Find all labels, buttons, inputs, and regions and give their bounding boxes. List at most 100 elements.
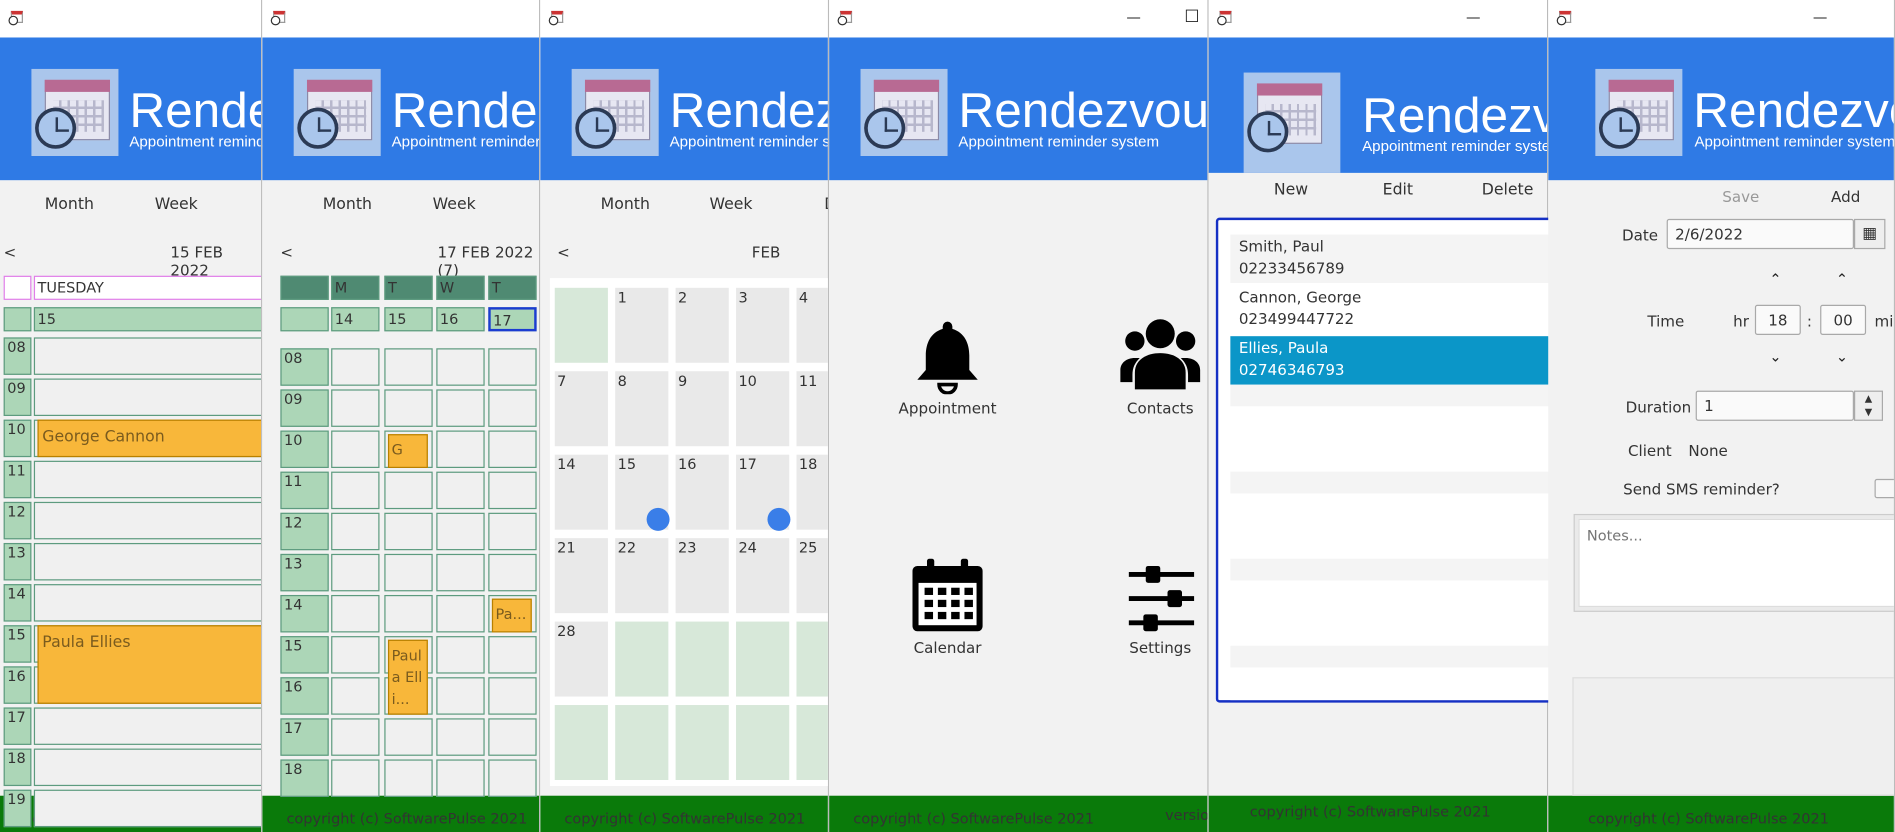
contact-row[interactable]: Smith, Paul 02233456789: [1230, 234, 1557, 283]
day-cell[interactable]: 21: [554, 538, 608, 614]
minute-down-chevron[interactable]: ⌄: [1836, 348, 1848, 365]
day-cell[interactable]: 17: [736, 454, 791, 531]
day-cell[interactable]: [736, 621, 790, 697]
time-slot[interactable]: [488, 636, 537, 674]
day-cell[interactable]: 28: [554, 621, 608, 697]
minimize-button[interactable]: —: [1813, 7, 1828, 26]
day-cell[interactable]: [736, 705, 790, 780]
time-slot[interactable]: [436, 759, 485, 797]
hour-down-chevron[interactable]: ⌄: [1769, 348, 1781, 365]
day-cell[interactable]: 2: [675, 287, 729, 363]
calendar-menu-item[interactable]: Calendar: [896, 639, 1000, 657]
time-slot[interactable]: [331, 636, 380, 674]
hour-up-chevron[interactable]: ⌃: [1769, 271, 1781, 288]
contact-row[interactable]: Ellies, Paula 02746346793: [1230, 336, 1557, 385]
minute-up-chevron[interactable]: ⌃: [1836, 271, 1848, 288]
time-slot[interactable]: [384, 389, 433, 427]
day-cell[interactable]: 7: [554, 371, 608, 447]
delete-contact-button[interactable]: Delete: [1482, 181, 1534, 199]
appointment-block[interactable]: Pa...: [491, 598, 532, 633]
day-cell[interactable]: 25: [796, 538, 828, 614]
week-tab[interactable]: Week: [709, 196, 752, 214]
time-slot[interactable]: [33, 460, 262, 499]
hour-field[interactable]: 18: [1754, 304, 1801, 335]
day-cell[interactable]: 16: [675, 454, 729, 530]
time-slot[interactable]: [436, 718, 485, 756]
day-cell[interactable]: 3: [736, 287, 790, 363]
day-cell[interactable]: 8: [615, 371, 669, 447]
time-slot[interactable]: [33, 542, 262, 581]
time-slot[interactable]: [384, 553, 433, 592]
time-slot[interactable]: [331, 389, 380, 427]
day-cell[interactable]: [675, 705, 729, 780]
day-cell[interactable]: 14: [554, 454, 608, 530]
time-slot[interactable]: [331, 348, 380, 386]
duration-field[interactable]: 1: [1695, 390, 1854, 421]
time-slot[interactable]: [384, 348, 433, 386]
time-slot[interactable]: [384, 759, 433, 797]
time-slot[interactable]: [331, 471, 380, 510]
time-slot[interactable]: [33, 748, 262, 787]
appointment-menu-item[interactable]: Appointment: [896, 399, 1000, 417]
day-cell[interactable]: [554, 705, 608, 780]
time-slot[interactable]: [488, 471, 537, 510]
appointment-block[interactable]: George Cannon: [37, 419, 262, 458]
day-cell[interactable]: 1: [615, 287, 669, 363]
day-cell[interactable]: 10: [736, 371, 790, 447]
date-header[interactable]: 15: [384, 307, 433, 332]
sms-reminder-checkbox[interactable]: [1874, 478, 1894, 499]
time-slot[interactable]: [436, 553, 485, 592]
contacts-menu-item[interactable]: Contacts: [1108, 399, 1207, 417]
time-slot[interactable]: [331, 553, 380, 592]
time-slot[interactable]: [488, 430, 537, 468]
minute-field[interactable]: 00: [1820, 304, 1867, 335]
time-slot[interactable]: [436, 389, 485, 427]
time-slot[interactable]: [436, 594, 485, 633]
date-field[interactable]: 2/6/2022: [1666, 218, 1854, 250]
time-slot[interactable]: [331, 759, 380, 797]
time-slot[interactable]: [33, 337, 262, 375]
minimize-button[interactable]: —: [1126, 7, 1141, 26]
prev-button[interactable]: <: [280, 243, 293, 261]
contact-row[interactable]: Cannon, George 023499447722: [1230, 285, 1557, 334]
time-slot[interactable]: [436, 471, 485, 510]
time-slot[interactable]: [436, 430, 485, 468]
maximize-button[interactable]: ☐: [1184, 7, 1199, 26]
time-slot[interactable]: [436, 677, 485, 715]
time-slot[interactable]: [488, 759, 537, 797]
day-cell[interactable]: 22: [615, 538, 669, 614]
time-slot[interactable]: [488, 348, 537, 386]
day-cell[interactable]: [796, 621, 828, 697]
time-slot[interactable]: [488, 389, 537, 427]
new-contact-button[interactable]: New: [1274, 181, 1308, 199]
month-tab[interactable]: Month: [45, 196, 94, 214]
time-slot[interactable]: [331, 594, 380, 633]
time-slot[interactable]: [331, 718, 380, 756]
duration-spinner[interactable]: ▲ ▼: [1853, 390, 1883, 421]
month-tab[interactable]: Month: [601, 196, 650, 214]
day-cell[interactable]: [796, 705, 828, 780]
date-header[interactable]: 14: [331, 307, 380, 332]
minimize-button[interactable]: —: [1466, 7, 1481, 26]
time-slot[interactable]: [331, 512, 380, 551]
time-slot[interactable]: [488, 553, 537, 592]
time-slot[interactable]: [331, 677, 380, 715]
edit-contact-button[interactable]: Edit: [1383, 181, 1413, 199]
date-header[interactable]: 17: [488, 307, 537, 332]
time-slot[interactable]: [33, 707, 262, 745]
time-slot[interactable]: [33, 378, 262, 416]
day-cell[interactable]: [615, 621, 669, 697]
day-cell[interactable]: 23: [675, 538, 729, 614]
date-header[interactable]: 16: [436, 307, 485, 332]
time-slot[interactable]: [331, 430, 380, 468]
time-slot[interactable]: [488, 718, 537, 756]
save-button[interactable]: Save: [1722, 187, 1759, 205]
time-slot[interactable]: [436, 348, 485, 386]
prev-button[interactable]: <: [4, 243, 17, 261]
appointment-block[interactable]: Paula Ellies: [37, 625, 262, 704]
contacts-list[interactable]: Smith, Paul 02233456789 Cannon, George 0234…: [1215, 217, 1567, 703]
time-slot[interactable]: [384, 512, 433, 551]
prev-button[interactable]: <: [557, 243, 570, 261]
notes-textarea[interactable]: [1578, 518, 1894, 608]
time-slot[interactable]: [33, 789, 262, 828]
